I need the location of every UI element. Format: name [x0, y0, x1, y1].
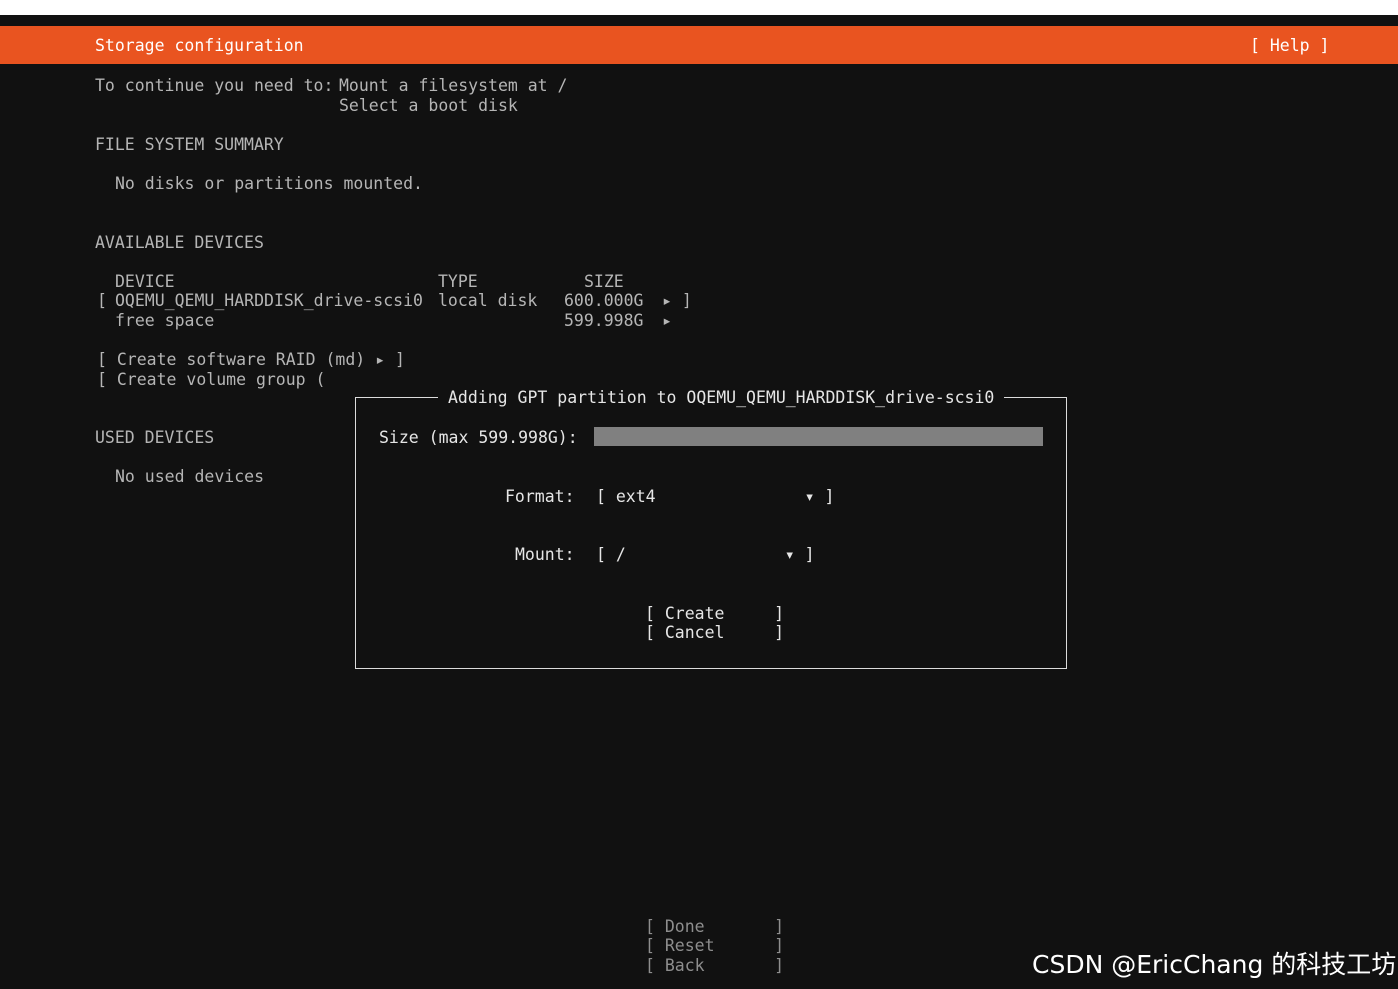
- device-type: local disk: [438, 291, 538, 310]
- size-label: Size (max 599.998G):: [379, 428, 578, 447]
- create-raid-button[interactable]: [ Create software RAID (md) ▸ ]: [97, 350, 405, 370]
- requirement-mount-root: Mount a filesystem at /: [339, 76, 568, 95]
- fs-summary-empty: No disks or partitions mounted.: [115, 174, 423, 193]
- available-devices-heading: AVAILABLE DEVICES: [95, 233, 264, 252]
- header-bar: Storage configuration [ Help ]: [0, 26, 1398, 64]
- cancel-button[interactable]: [ Cancel ]: [645, 623, 784, 643]
- device-size: 600.000G: [564, 291, 644, 310]
- requirements-prefix: To continue you need to:: [95, 76, 334, 95]
- format-select[interactable]: [ ext4 ▾ ]: [596, 487, 834, 507]
- page-title: Storage configuration: [95, 36, 304, 55]
- column-type: TYPE: [438, 272, 478, 291]
- done-button[interactable]: [ Done ]: [645, 917, 784, 937]
- free-space-size: 599.998G: [564, 311, 644, 330]
- size-input[interactable]: [594, 427, 1043, 446]
- used-devices-heading: USED DEVICES: [95, 428, 215, 447]
- column-size: SIZE: [584, 272, 624, 291]
- watermark: CSDN @EricChang 的科技工坊: [1032, 950, 1397, 979]
- create-button[interactable]: [ Create ]: [645, 604, 784, 624]
- device-menu-arrow-icon[interactable]: ▸ ]: [662, 291, 692, 311]
- free-space-arrow-icon[interactable]: ▸: [662, 311, 672, 331]
- format-label: Format:: [505, 487, 575, 506]
- create-volume-group-button[interactable]: [ Create volume group (: [97, 370, 325, 390]
- reset-button[interactable]: [ Reset ]: [645, 936, 784, 956]
- free-space-label: free space: [115, 311, 215, 330]
- window-top-strip: [0, 0, 1398, 15]
- row-bracket: [: [97, 291, 107, 310]
- back-button[interactable]: [ Back ]: [645, 956, 784, 976]
- requirement-boot-disk: Select a boot disk: [339, 96, 518, 115]
- help-button[interactable]: [ Help ]: [1250, 36, 1329, 56]
- mount-label: Mount:: [515, 545, 575, 564]
- used-devices-empty: No used devices: [115, 467, 265, 486]
- device-name: OQEMU_QEMU_HARDDISK_drive-scsi0: [115, 291, 423, 310]
- fs-summary-heading: FILE SYSTEM SUMMARY: [95, 135, 284, 154]
- column-device: DEVICE: [115, 272, 175, 291]
- dialog-title: Adding GPT partition to OQEMU_QEMU_HARDD…: [438, 388, 1005, 408]
- mount-select[interactable]: [ / ▾ ]: [596, 545, 815, 565]
